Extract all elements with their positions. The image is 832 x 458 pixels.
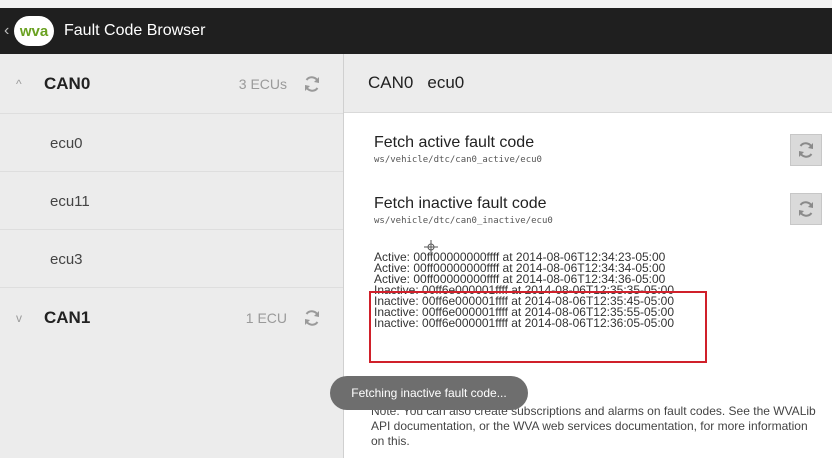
note-text: Note: You can also create subscriptions … bbox=[371, 404, 816, 448]
detail-ecu-label: ecu0 bbox=[427, 73, 465, 92]
ecu-label: ecu0 bbox=[50, 134, 83, 152]
ecu-item-ecu11[interactable]: ecu11 bbox=[0, 171, 343, 230]
logo-text: wva bbox=[19, 22, 49, 40]
app-title: Fault Code Browser bbox=[64, 22, 206, 39]
group-can0[interactable]: ^ CAN0 3 ECUs bbox=[0, 54, 343, 113]
refresh-icon bbox=[799, 201, 813, 217]
chevron-left-icon[interactable]: ‹ bbox=[4, 22, 12, 40]
refresh-icon[interactable] bbox=[301, 73, 323, 95]
ecu-item-ecu3[interactable]: ecu3 bbox=[0, 229, 343, 288]
ecu-count: 1 ECU bbox=[245, 309, 287, 326]
fetch-active-section: Fetch active fault code ws/vehicle/dtc/c… bbox=[374, 134, 814, 165]
fetch-inactive-path: ws/vehicle/dtc/can0_inactive/ecu0 bbox=[374, 216, 553, 226]
fetch-inactive-section: Fetch inactive fault code ws/vehicle/dtc… bbox=[374, 195, 814, 226]
toast-message: Fetching inactive fault code... bbox=[330, 376, 528, 410]
status-strip bbox=[0, 0, 832, 8]
fetch-active-path: ws/vehicle/dtc/can0_active/ecu0 bbox=[374, 155, 542, 165]
cursor-icon bbox=[424, 240, 438, 254]
highlight-box bbox=[369, 291, 707, 363]
ecu-label: ecu3 bbox=[50, 250, 83, 268]
fetch-inactive-title: Fetch inactive fault code bbox=[374, 195, 547, 212]
ecu-list-panel: ^ CAN0 3 ECUs ecu0 ecu11 ecu3 v CAN1 1 E… bbox=[0, 54, 343, 458]
detail-header: CAN0 ecu0 bbox=[344, 54, 832, 113]
chevron-down-icon: v bbox=[16, 310, 22, 325]
action-bar: ‹ wva Fault Code Browser bbox=[0, 8, 832, 54]
refresh-icon[interactable] bbox=[301, 307, 323, 329]
fetch-active-title: Fetch active fault code bbox=[374, 134, 535, 151]
ecu-item-ecu0[interactable]: ecu0 bbox=[0, 113, 343, 172]
ecu-label: ecu11 bbox=[50, 192, 90, 210]
group-name: CAN1 bbox=[44, 307, 91, 327]
group-can1[interactable]: v CAN1 1 ECU bbox=[0, 287, 343, 347]
chevron-up-icon: ^ bbox=[16, 76, 22, 91]
group-name: CAN0 bbox=[44, 73, 91, 93]
refresh-icon bbox=[799, 142, 813, 158]
fetch-active-button[interactable] bbox=[790, 134, 822, 166]
ecu-count: 3 ECUs bbox=[238, 75, 287, 92]
fetch-inactive-button[interactable] bbox=[790, 193, 822, 225]
app-logo[interactable]: wva bbox=[14, 16, 54, 46]
detail-can-label: CAN0 bbox=[368, 73, 414, 92]
